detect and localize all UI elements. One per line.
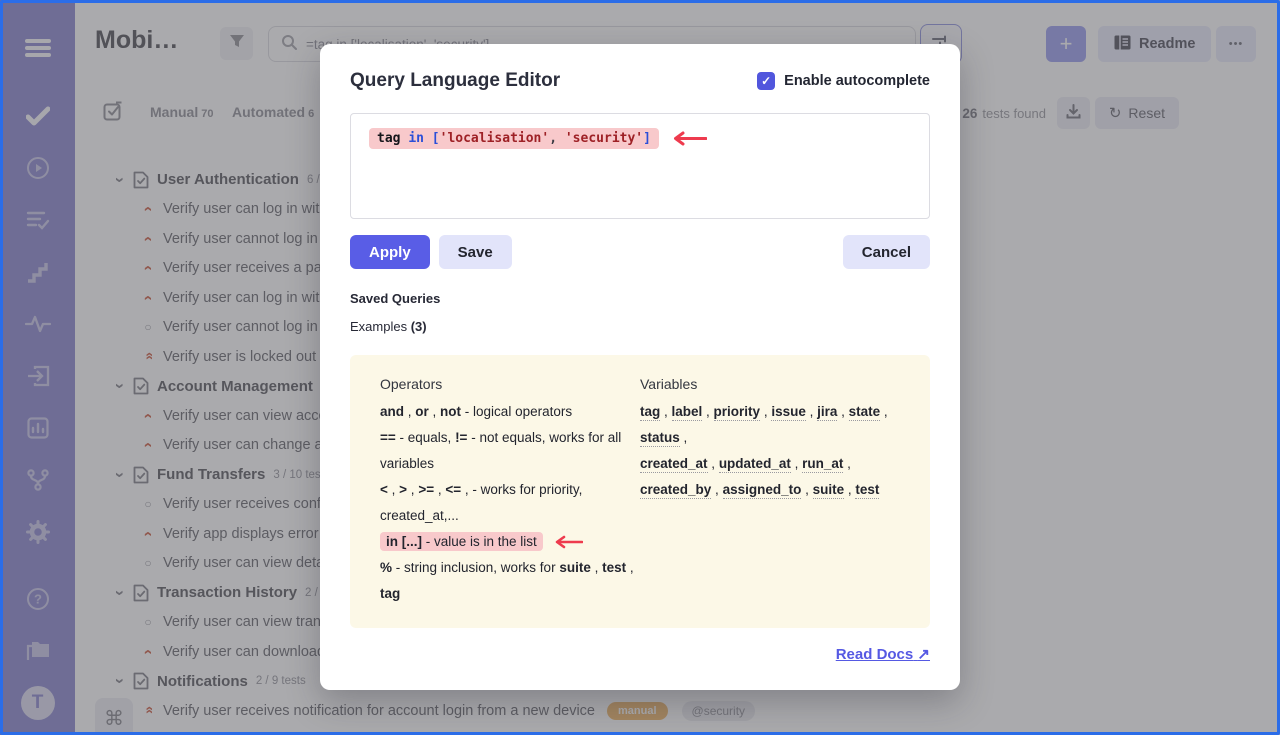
variable-name: state xyxy=(849,404,881,421)
query-code-editor[interactable]: tag in ['localisation', 'security'] xyxy=(350,113,930,219)
variable-help-line: created_by , assigned_to , suite , test xyxy=(640,477,900,503)
variable-name: suite xyxy=(813,482,845,499)
operator-help-line: < , > , >= , <= , - works for priority, … xyxy=(380,477,640,529)
modal-title: Query Language Editor xyxy=(350,70,560,92)
operators-list: and , or , not - logical operators== - e… xyxy=(380,399,640,607)
apply-button[interactable]: Apply xyxy=(350,235,430,269)
operator-help-line: % - string inclusion, works for suite , … xyxy=(380,555,640,607)
variable-help-line: created_at , updated_at , run_at , xyxy=(640,451,900,477)
query-language-editor-modal: Query Language Editor ✓ Enable autocompl… xyxy=(320,44,960,690)
variable-name: assigned_to xyxy=(723,482,802,499)
examples-toggle[interactable]: Examples (3) xyxy=(350,319,930,334)
query-help-panel: Operators and , or , not - logical opera… xyxy=(350,355,930,628)
operator-help-line: == - equals, != - not equals, works for … xyxy=(380,425,640,477)
save-button[interactable]: Save xyxy=(439,235,512,269)
saved-queries-toggle[interactable]: Saved Queries xyxy=(350,291,930,306)
enable-autocomplete-checkbox[interactable]: ✓ Enable autocomplete xyxy=(757,72,930,90)
examples-count: (3) xyxy=(411,319,427,334)
variable-name: priority xyxy=(714,404,761,421)
red-arrow-icon xyxy=(671,131,707,146)
variable-name: label xyxy=(672,404,703,421)
variable-name: run_at xyxy=(802,456,843,473)
variables-title: Variables xyxy=(640,376,900,392)
variable-name: jira xyxy=(817,404,837,421)
red-arrow-icon xyxy=(553,535,583,549)
operator-help-line: in [...] - value is in the list xyxy=(380,529,640,555)
read-docs-link[interactable]: Read Docs ↗ xyxy=(836,646,930,663)
variable-name: status xyxy=(640,430,680,447)
variable-name: created_at xyxy=(640,456,708,473)
variable-help-line: tag , label , priority , issue , jira , … xyxy=(640,399,900,425)
operators-title: Operators xyxy=(380,376,640,392)
variable-name: created_by xyxy=(640,482,711,499)
app-window: ? T Mobi… =tag in ['localisation', 'secu… xyxy=(0,0,1280,735)
autocomplete-label: Enable autocomplete xyxy=(784,73,930,89)
variable-name: test xyxy=(855,482,879,499)
arrow-up-right-icon: ↗ xyxy=(917,646,930,663)
query-code-text: tag in ['localisation', 'security'] xyxy=(369,128,659,149)
cancel-button[interactable]: Cancel xyxy=(843,235,930,269)
variables-list: tag , label , priority , issue , jira , … xyxy=(640,399,900,503)
variable-name: tag xyxy=(640,404,660,421)
variable-name: updated_at xyxy=(719,456,791,473)
operator-help-line: and , or , not - logical operators xyxy=(380,399,640,425)
highlighted-operator: in [...] - value is in the list xyxy=(380,532,543,551)
variable-help-line: status , xyxy=(640,425,900,451)
variable-name: issue xyxy=(771,404,806,421)
checkbox-check-icon: ✓ xyxy=(757,72,775,90)
